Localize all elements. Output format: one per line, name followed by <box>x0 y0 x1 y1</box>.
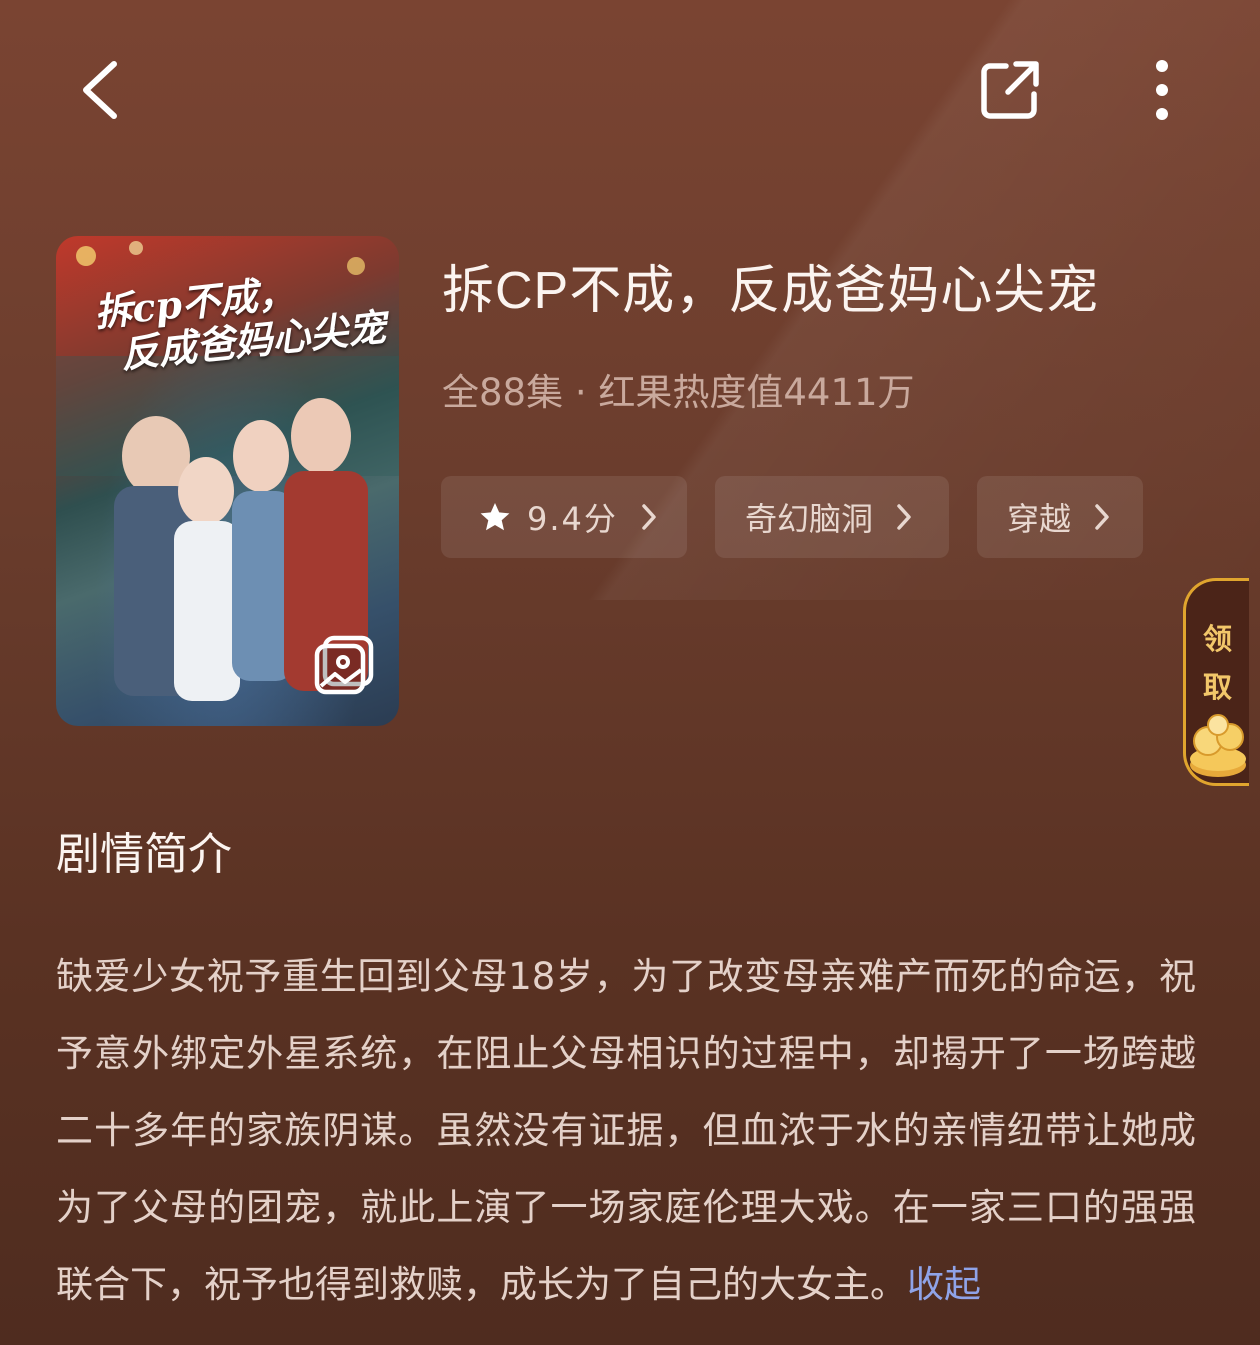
claim-label: 领 取 <box>1186 615 1249 711</box>
claim-label-line1: 领 <box>1202 622 1232 656</box>
synopsis-heading: 剧情简介 <box>56 829 232 880</box>
share-icon <box>981 61 1039 119</box>
genre-chip-fantasy[interactable]: 奇幻脑洞 <box>715 476 949 558</box>
drama-meta: 全88集 · 红果热度值4411万 <box>442 371 915 414</box>
genre-label: 奇幻脑洞 <box>745 500 874 538</box>
back-button[interactable] <box>60 48 140 132</box>
genre-chip-time-travel[interactable]: 穿越 <box>977 476 1143 558</box>
rating-label: 9.4分 <box>527 500 618 538</box>
drama-title: 拆CP不成，反成爸妈心尖宠 <box>442 262 1100 320</box>
share-button[interactable] <box>965 48 1055 132</box>
gallery-icon[interactable] <box>313 634 375 696</box>
synopsis-body: 缺爱少女祝予重生回到父母18岁，为了改变母亲难产而死的命运，祝予意外绑定外星系统… <box>56 955 1196 1306</box>
drama-poster[interactable]: 拆cp不成， 反成爸妈心尖宠 <box>56 236 399 726</box>
chevron-right-icon <box>642 504 656 530</box>
chevron-left-icon <box>83 61 117 119</box>
more-vertical-icon <box>1156 60 1168 120</box>
more-button[interactable] <box>1130 48 1194 132</box>
genre-label: 穿越 <box>1007 500 1072 538</box>
chevron-right-icon <box>1095 504 1109 530</box>
rating-chip[interactable]: 9.4分 <box>441 476 687 558</box>
collapse-link[interactable]: 收起 <box>907 1263 981 1306</box>
claim-reward-badge[interactable]: 领 取 <box>1183 578 1249 786</box>
synopsis-text: 缺爱少女祝予重生回到父母18岁，为了改变母亲难产而死的命运，祝予意外绑定外星系统… <box>56 938 1196 1323</box>
gold-coins-icon <box>1190 714 1246 777</box>
star-icon <box>480 503 510 531</box>
chevron-right-icon <box>897 504 911 530</box>
